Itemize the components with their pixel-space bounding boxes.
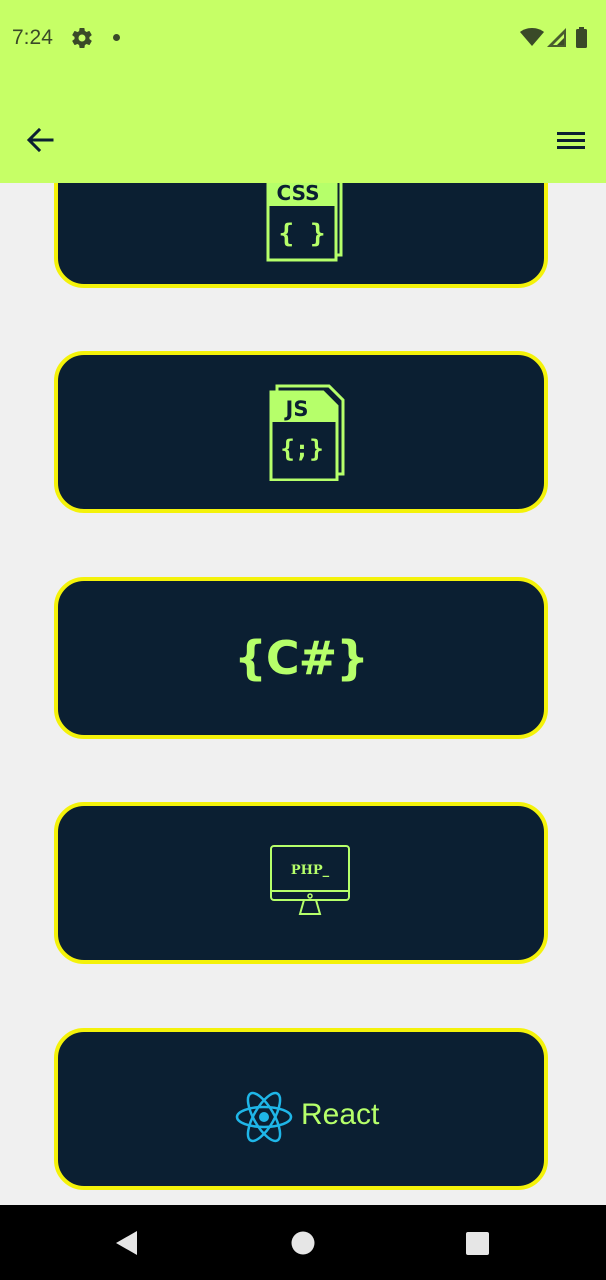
js-icon-label: JS [284, 397, 309, 421]
php-monitor-icon: PHP_ [270, 845, 350, 915]
css-icon-label: CSS [277, 183, 320, 205]
status-icons [520, 27, 587, 48]
status-time: 7:24 [12, 26, 53, 49]
recents-square-icon[interactable] [466, 1232, 489, 1255]
signal-icon [547, 28, 566, 47]
card-javascript[interactable]: JS {;} [54, 351, 548, 513]
battery-icon [576, 27, 587, 48]
php-icon-label: PHP_ [291, 863, 330, 878]
csharp-label: {C#} [234, 631, 369, 685]
css-file-icon: CSS { } [266, 183, 343, 262]
react-label: React [301, 1098, 380, 1131]
arrow-left-icon[interactable] [22, 122, 58, 158]
card-react[interactable]: React [54, 1028, 548, 1190]
back-triangle-icon[interactable] [115, 1230, 139, 1256]
css-icon-body: { } [279, 219, 326, 249]
hamburger-menu-icon[interactable] [553, 124, 589, 156]
gear-icon [72, 28, 92, 49]
content-list[interactable]: CSS { } JS {;} {C#} PHP_ React [0, 183, 606, 1205]
card-css[interactable]: CSS { } [54, 183, 548, 288]
notification-dot-icon [113, 34, 120, 41]
system-nav-bar [0, 1205, 606, 1280]
card-php[interactable]: PHP_ [54, 802, 548, 964]
wifi-icon [520, 28, 544, 46]
js-icon-body: {;} [280, 435, 323, 463]
card-csharp[interactable]: {C#} [54, 577, 548, 739]
home-circle-icon[interactable] [291, 1231, 315, 1255]
react-atom-icon [235, 1091, 293, 1143]
app-bar: 7:24 [0, 0, 606, 183]
js-file-icon: JS {;} [269, 384, 345, 481]
